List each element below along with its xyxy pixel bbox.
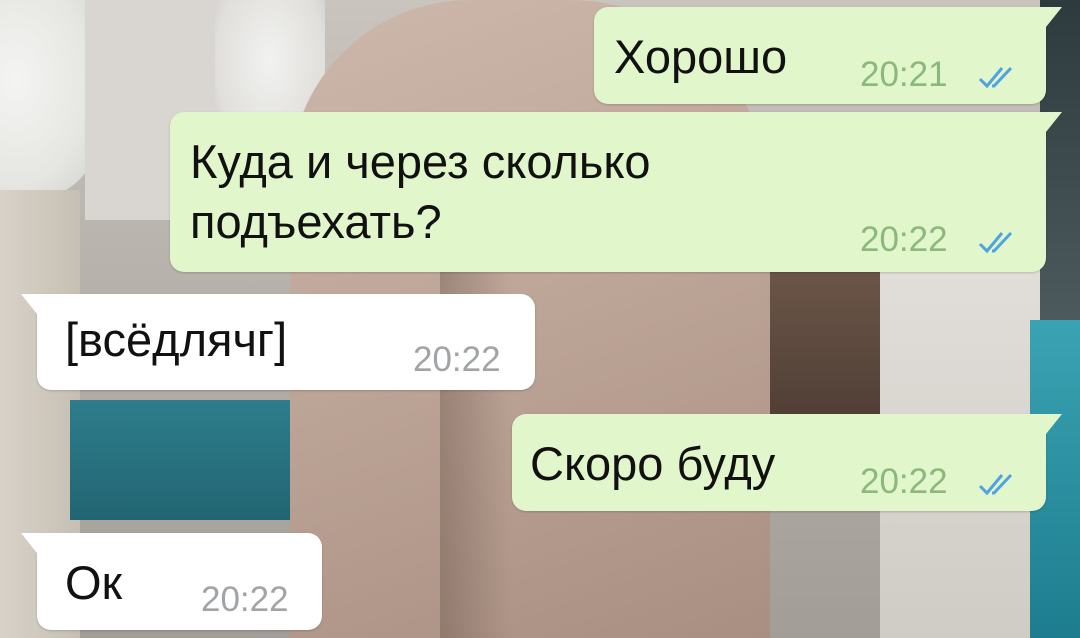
message-incoming[interactable]: [всёдлячг] 20:22 — [21, 294, 535, 390]
message-time: 20:22 — [413, 340, 501, 379]
message-text: Хорошо — [614, 30, 788, 83]
message-incoming[interactable]: Ок 20:22 — [21, 533, 322, 630]
message-text-line-1: Куда и через сколько — [190, 135, 651, 188]
message-time: 20:22 — [860, 462, 948, 501]
message-outgoing[interactable]: Хорошо 20:21 — [594, 7, 1062, 104]
double-check-read-icon — [978, 473, 1013, 496]
message-text: Скоро буду — [530, 437, 776, 490]
message-text: [всёдлячг] — [65, 313, 288, 366]
message-time: 20:22 — [860, 220, 948, 259]
message-time: 20:22 — [201, 580, 289, 619]
message-time: 20:21 — [860, 55, 948, 94]
wallpaper-dark-right — [1040, 0, 1080, 320]
message-text: Ок — [65, 556, 123, 609]
wallpaper-coat-shade — [440, 220, 510, 638]
message-outgoing[interactable]: Куда и через сколько подъехать? 20:22 — [170, 112, 1062, 272]
double-check-read-icon — [978, 231, 1013, 254]
message-outgoing[interactable]: Скоро буду 20:22 — [512, 414, 1062, 511]
message-text-line-2: подъехать? — [190, 195, 442, 248]
double-check-read-icon — [978, 66, 1013, 89]
